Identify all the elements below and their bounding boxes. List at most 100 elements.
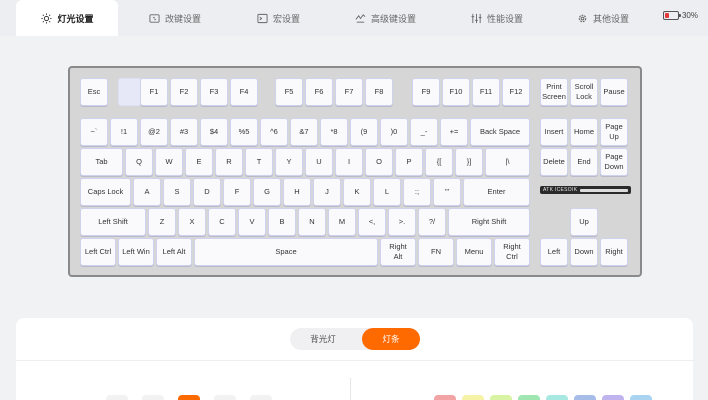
- key-f2[interactable]: F2: [170, 78, 198, 106]
- key-h[interactable]: H: [283, 178, 311, 206]
- key-tab[interactable]: Tab: [80, 148, 123, 176]
- key-f12[interactable]: F12: [502, 78, 530, 106]
- key-i[interactable]: I: [335, 148, 363, 176]
- key-t[interactable]: T: [245, 148, 273, 176]
- key-left-shift[interactable]: Left Shift: [80, 208, 146, 236]
- color-swatch[interactable]: [602, 395, 624, 400]
- key-semicolon[interactable]: :;: [403, 178, 431, 206]
- color-swatch[interactable]: [518, 395, 540, 400]
- key-j[interactable]: J: [313, 178, 341, 206]
- key-down[interactable]: Down: [570, 238, 598, 266]
- key-x[interactable]: X: [178, 208, 206, 236]
- key-f3[interactable]: F3: [200, 78, 228, 106]
- key-n[interactable]: N: [298, 208, 326, 236]
- key-menu[interactable]: Menu: [456, 238, 492, 266]
- key-left[interactable]: Left: [540, 238, 568, 266]
- key-grave[interactable]: ~`: [80, 118, 108, 146]
- key-8[interactable]: *8: [320, 118, 348, 146]
- key-left-alt[interactable]: Left Alt: [156, 238, 192, 266]
- key-scroll-lock[interactable]: Scroll Lock: [570, 78, 598, 106]
- key-o[interactable]: O: [365, 148, 393, 176]
- key-page-up[interactable]: Page Up: [600, 118, 628, 146]
- key-f4[interactable]: F4: [230, 78, 258, 106]
- key-enter[interactable]: Enter: [463, 178, 530, 206]
- effect-swatch[interactable]: [214, 395, 236, 400]
- mode-lightbar-button[interactable]: 灯条: [362, 328, 420, 350]
- key-d[interactable]: D: [193, 178, 221, 206]
- key-0[interactable]: )0: [380, 118, 408, 146]
- key-up[interactable]: Up: [570, 208, 598, 236]
- key-s[interactable]: S: [163, 178, 191, 206]
- key-end[interactable]: End: [570, 148, 598, 176]
- key-right-ctrl[interactable]: Right Ctrl: [494, 238, 530, 266]
- key-4[interactable]: $4: [200, 118, 228, 146]
- key-u[interactable]: U: [305, 148, 333, 176]
- key-k[interactable]: K: [343, 178, 371, 206]
- key-minus[interactable]: _-: [410, 118, 438, 146]
- effect-swatch[interactable]: [142, 395, 164, 400]
- key-z[interactable]: Z: [148, 208, 176, 236]
- key-e[interactable]: E: [185, 148, 213, 176]
- mode-backlight-button[interactable]: 背光灯: [290, 328, 356, 350]
- key-f11[interactable]: F11: [472, 78, 500, 106]
- key-home[interactable]: Home: [570, 118, 598, 146]
- key-l[interactable]: L: [373, 178, 401, 206]
- key-left-win[interactable]: Left Win: [118, 238, 154, 266]
- key-space[interactable]: Space: [194, 238, 378, 266]
- tab-other-settings[interactable]: 其他设置: [576, 0, 629, 36]
- key-esc[interactable]: Esc: [80, 78, 108, 106]
- color-swatch[interactable]: [462, 395, 484, 400]
- key-page-down[interactable]: Page Down: [600, 148, 628, 176]
- color-swatch[interactable]: [574, 395, 596, 400]
- key-p[interactable]: P: [395, 148, 423, 176]
- key-f6[interactable]: F6: [305, 78, 333, 106]
- key-backspace[interactable]: Back Space: [470, 118, 530, 146]
- key-right-alt[interactable]: Right Alt: [380, 238, 416, 266]
- key-fn[interactable]: FN: [418, 238, 454, 266]
- key-comma[interactable]: <,: [358, 208, 386, 236]
- key-r[interactable]: R: [215, 148, 243, 176]
- key-5[interactable]: %5: [230, 118, 258, 146]
- key-f5[interactable]: F5: [275, 78, 303, 106]
- color-swatch[interactable]: [546, 395, 568, 400]
- tab-macro[interactable]: 宏设置: [256, 0, 300, 36]
- key-f10[interactable]: F10: [442, 78, 470, 106]
- key-right[interactable]: Right: [600, 238, 628, 266]
- key-pause[interactable]: Pause: [600, 78, 628, 106]
- key-6[interactable]: ^6: [260, 118, 288, 146]
- effect-swatch[interactable]: [250, 395, 272, 400]
- key-f8[interactable]: F8: [365, 78, 393, 106]
- key-quote[interactable]: "': [433, 178, 461, 206]
- key-c[interactable]: C: [208, 208, 236, 236]
- tab-advanced-keys[interactable]: 高级键设置: [354, 0, 416, 36]
- key-2[interactable]: @2: [140, 118, 168, 146]
- tab-performance[interactable]: 性能设置: [470, 0, 523, 36]
- tab-lighting[interactable]: 灯光设置: [16, 0, 118, 36]
- key-print-screen[interactable]: Print Screen: [540, 78, 568, 106]
- key-insert[interactable]: Insert: [540, 118, 568, 146]
- color-swatch[interactable]: [630, 395, 652, 400]
- effect-swatch[interactable]: [106, 395, 128, 400]
- key-delete[interactable]: Delete: [540, 148, 568, 176]
- key-q[interactable]: Q: [125, 148, 153, 176]
- key-a[interactable]: A: [133, 178, 161, 206]
- key-9[interactable]: (9: [350, 118, 378, 146]
- tab-keymap[interactable]: 改键设置: [148, 0, 201, 36]
- key-f1[interactable]: F1: [140, 78, 168, 106]
- key-left-ctrl[interactable]: Left Ctrl: [80, 238, 116, 266]
- key-left-bracket[interactable]: {[: [425, 148, 453, 176]
- color-swatch[interactable]: [490, 395, 512, 400]
- key-right-shift[interactable]: Right Shift: [448, 208, 530, 236]
- key-f[interactable]: F: [223, 178, 251, 206]
- key-slash[interactable]: ?/: [418, 208, 446, 236]
- key-f7[interactable]: F7: [335, 78, 363, 106]
- key-1[interactable]: !1: [110, 118, 138, 146]
- key-3[interactable]: #3: [170, 118, 198, 146]
- key-m[interactable]: M: [328, 208, 356, 236]
- key-backslash[interactable]: |\: [485, 148, 530, 176]
- key-b[interactable]: B: [268, 208, 296, 236]
- effect-swatch[interactable]: [178, 395, 200, 400]
- color-swatch[interactable]: [434, 395, 456, 400]
- key-equal[interactable]: +=: [440, 118, 468, 146]
- key-v[interactable]: V: [238, 208, 266, 236]
